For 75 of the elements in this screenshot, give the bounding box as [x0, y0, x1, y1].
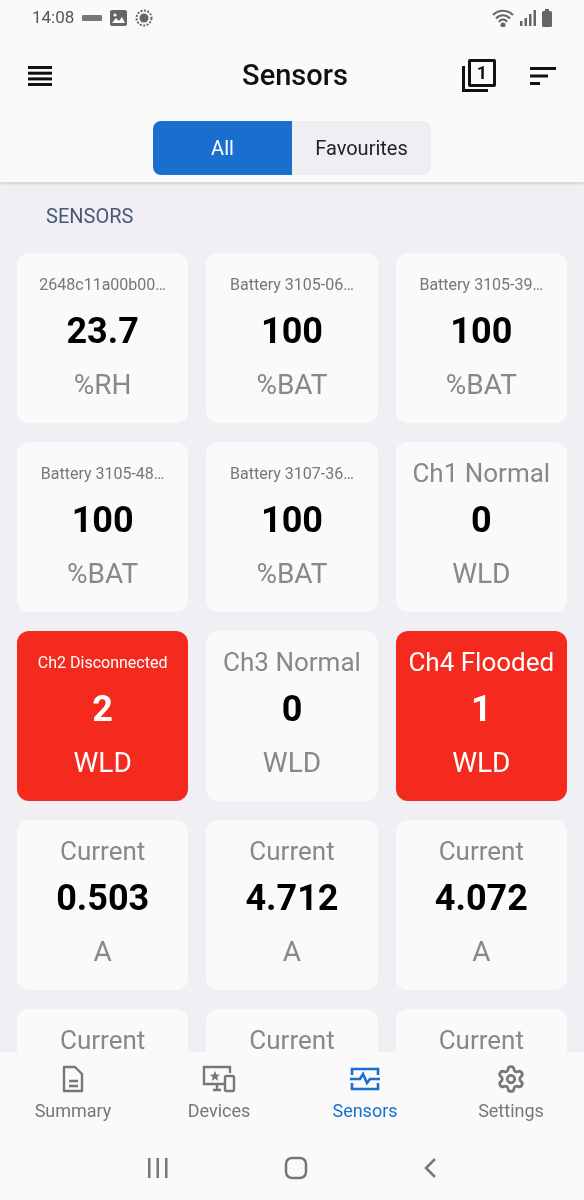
card-title: Ch2 Disconnected	[37, 655, 168, 674]
sort-icon[interactable]	[530, 66, 556, 85]
card-value: 100	[450, 313, 513, 349]
card-title: Current	[249, 1027, 335, 1052]
sensor-card[interactable]: Current 4.712 A	[206, 820, 378, 990]
gear-icon	[496, 1064, 526, 1094]
card-title: Current	[438, 838, 524, 866]
sun-icon	[135, 9, 154, 27]
back-icon[interactable]	[422, 1156, 437, 1179]
card-unit: WLD	[262, 749, 322, 777]
nav-tab[interactable]: Devices	[146, 1052, 292, 1135]
notification-icon	[82, 15, 103, 21]
section-title: SENSORS	[46, 204, 134, 228]
signal-icon	[520, 10, 536, 26]
recent-apps-icon[interactable]	[147, 1157, 170, 1178]
card-unit: WLD	[73, 749, 132, 777]
card-unit: %BAT	[445, 371, 517, 399]
card-value: 1	[471, 691, 492, 727]
card-unit: %BAT	[256, 560, 328, 588]
card-title: Ch4 Flooded	[408, 649, 555, 677]
card-title: Battery 3105-39…	[419, 277, 544, 296]
filter-tab[interactable]: Favourites	[292, 121, 431, 175]
card-value: 0.503	[56, 880, 150, 916]
sensor-card[interactable]: Ch1 Normal 0 WLD	[395, 442, 567, 612]
card-title: Current	[60, 1027, 146, 1052]
card-value: 100	[261, 313, 323, 349]
sensor-card[interactable]: Battery 3105-39… 100 %BAT	[395, 253, 567, 423]
card-value: 100	[71, 502, 134, 538]
card-unit: A	[472, 938, 491, 966]
card-value: 23.7	[66, 313, 139, 349]
card-value: 2	[92, 691, 113, 727]
status-time: 14:08	[32, 6, 75, 30]
card-title: Battery 3105-48…	[40, 466, 165, 485]
card-unit: WLD	[452, 560, 511, 588]
menu-icon[interactable]	[28, 65, 52, 86]
sensor-card[interactable]: Battery 3105-48… 100 %BAT	[17, 442, 189, 612]
card-value: 4.712	[245, 880, 339, 916]
nav-tab[interactable]: Sensors	[292, 1052, 438, 1135]
monitor-phone-icon	[201, 1064, 237, 1094]
card-unit: %BAT	[67, 560, 139, 588]
wifi-icon	[492, 9, 514, 27]
filter-tab[interactable]: All	[153, 121, 292, 175]
card-unit: %RH	[73, 371, 132, 399]
card-title: Ch1 Normal	[412, 460, 551, 488]
sensor-card[interactable]: Current 0.503 A	[17, 820, 189, 990]
card-title: Ch3 Normal	[223, 649, 361, 677]
sensor-wave-icon	[349, 1066, 381, 1092]
sensor-card[interactable]: Battery 3105-06… 100 %BAT	[206, 253, 378, 423]
nav-tab[interactable]: Summary	[0, 1052, 146, 1135]
nav-tab[interactable]: Settings	[438, 1052, 584, 1135]
sensor-card[interactable]: 2648c11a00b00… 23.7 %RH	[17, 253, 189, 423]
home-icon[interactable]	[284, 1155, 308, 1180]
card-unit: %BAT	[256, 371, 328, 399]
card-value: 0	[281, 691, 303, 727]
card-value: 0	[471, 502, 492, 538]
card-title: Current	[60, 838, 146, 866]
sensor-card[interactable]: Current 4.072 A	[395, 820, 567, 990]
card-title: Battery 3105-06…	[230, 277, 354, 296]
sensor-card[interactable]: Ch2 Disconnected 2 WLD	[17, 631, 189, 801]
card-value: 4.072	[434, 880, 528, 916]
card-title: Battery 3107-36…	[230, 466, 354, 485]
card-unit: WLD	[452, 749, 511, 777]
card-value: 100	[261, 502, 323, 538]
sensor-card[interactable]: Battery 3107-36… 100 %BAT	[206, 442, 378, 612]
card-unit: A	[282, 938, 302, 966]
sensor-card[interactable]: Ch4 Flooded 1 WLD	[395, 631, 567, 801]
card-unit: A	[93, 938, 112, 966]
sensor-card[interactable]: Ch3 Normal 0 WLD	[206, 631, 378, 801]
image-icon	[110, 10, 128, 26]
card-title: Current	[438, 1027, 524, 1052]
page-title: Sensors	[242, 56, 348, 94]
card-title: 2648c11a00b00…	[39, 277, 166, 296]
document-icon	[60, 1065, 86, 1093]
card-title: Current	[249, 838, 335, 866]
battery-icon	[542, 9, 552, 27]
